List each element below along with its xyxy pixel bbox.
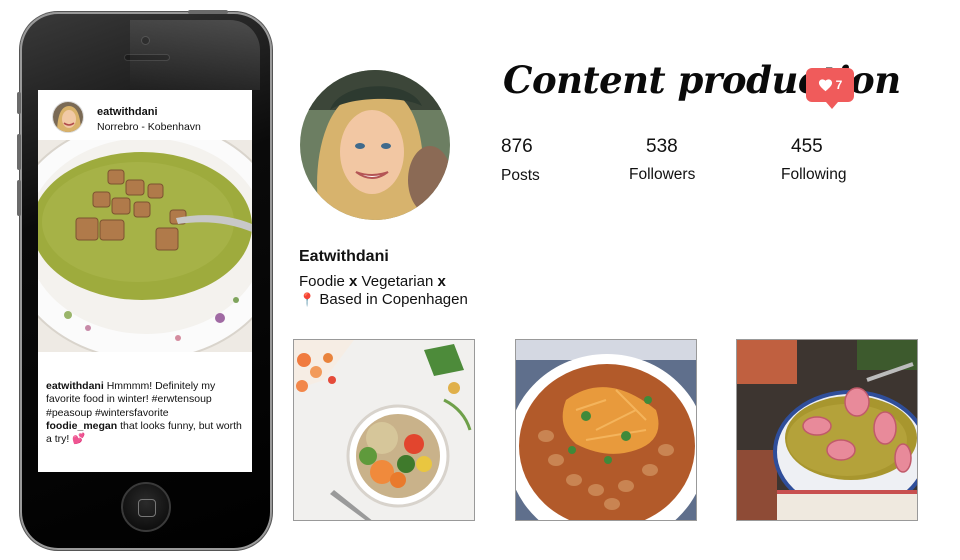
bio-text-foodie: Foodie — [299, 273, 350, 290]
heart-icon — [818, 79, 832, 92]
power-button — [188, 10, 228, 14]
hearts-emoji-icon: 💕 — [72, 433, 86, 446]
post-location[interactable]: Norrebro - Kobenhavn — [97, 121, 201, 133]
post-image-pea-soup[interactable] — [38, 140, 252, 352]
phone-screen: eatwithdani Norrebro - Kobenhavn eatwith… — [38, 90, 252, 472]
post-avatar[interactable] — [52, 101, 84, 133]
stat-following-label[interactable]: Following — [781, 166, 846, 184]
post-caption: eatwithdani Hmmmm! Definitely my favorit… — [46, 380, 246, 446]
post-username[interactable]: eatwithdani — [97, 106, 158, 118]
volume-up-button — [17, 134, 21, 170]
grid-thumb-vegetable-bowl[interactable] — [293, 339, 475, 521]
home-button[interactable] — [121, 482, 171, 532]
comment-username[interactable]: foodie_megan — [46, 420, 117, 432]
bio-text-vegetarian: Vegetarian — [357, 273, 438, 290]
mute-switch — [17, 92, 21, 114]
stat-followers-value: 538 — [646, 136, 678, 157]
profile-display-name: Eatwithdani — [299, 248, 389, 265]
bio-separator: x — [437, 273, 446, 290]
phone-mockup: eatwithdani Norrebro - Kobenhavn eatwith… — [17, 10, 272, 550]
front-camera — [141, 36, 150, 45]
post-header: eatwithdani Norrebro - Kobenhavn — [38, 90, 252, 140]
caption-username[interactable]: eatwithdani — [46, 380, 104, 392]
stat-following-value: 455 — [791, 136, 823, 157]
grid-thumb-bean-stew[interactable] — [515, 339, 697, 521]
bio-location: Based in Copenhagen — [315, 291, 468, 308]
pin-icon: 📍 — [299, 292, 316, 307]
likes-badge[interactable]: 7 — [806, 68, 854, 109]
grid-thumb-pea-soup-sausage[interactable] — [736, 339, 918, 521]
likes-count: 7 — [835, 78, 843, 92]
volume-down-button — [17, 180, 21, 216]
stat-followers-label[interactable]: Followers — [629, 166, 695, 184]
profile-avatar[interactable] — [300, 70, 450, 220]
bio-line-1: Foodie x Vegetarian x — [299, 273, 446, 290]
stat-posts-value: 876 — [501, 136, 533, 157]
earpiece-speaker — [124, 54, 170, 61]
bio-line-2: 📍 Based in Copenhagen — [299, 291, 468, 308]
stat-posts-label[interactable]: Posts — [501, 167, 540, 185]
